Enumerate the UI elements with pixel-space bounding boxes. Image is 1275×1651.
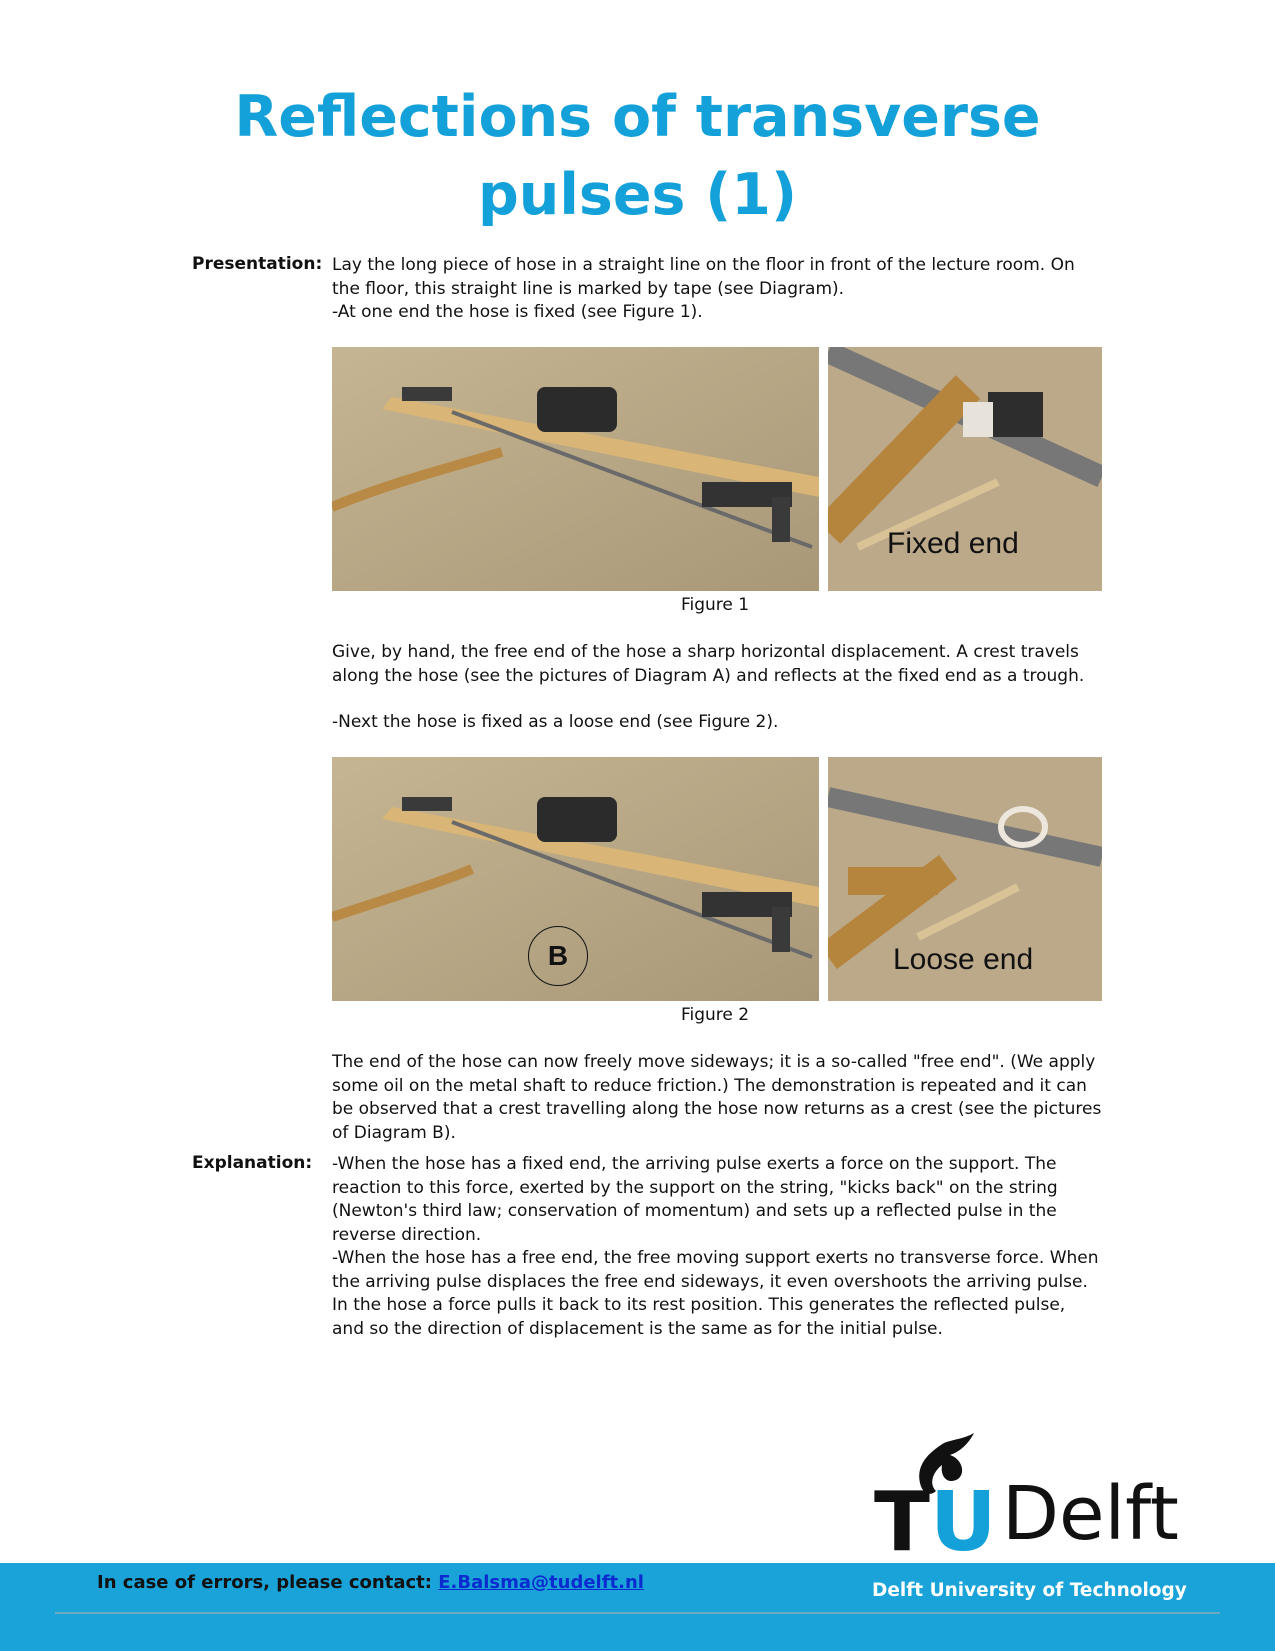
- title-line-1: Reflections of transverse: [234, 84, 1041, 150]
- explanation-label: Explanation:: [192, 1153, 313, 1173]
- presentation-intro: Lay the long piece of hose in a straight…: [332, 254, 1102, 325]
- footer-contact-label: In case of errors, please contact:: [97, 1572, 432, 1593]
- fixed-end-photo-caption: Fixed end: [887, 527, 1019, 560]
- page-title: Reflections of transverse pulses (1): [0, 78, 1275, 234]
- logo-u-glyph: U: [930, 1475, 997, 1570]
- logo-t-glyph: T: [874, 1475, 930, 1570]
- figure-1-overview-photo: [332, 347, 819, 591]
- footer-university-name: Delft University of Technology: [872, 1580, 1187, 1601]
- contact-email-link[interactable]: E.Balsma@tudelft.nl: [438, 1572, 644, 1593]
- presentation-paragraph-5: The end of the hose can now freely move …: [332, 1052, 1102, 1143]
- figure-2-marker-b: B: [528, 926, 588, 986]
- loose-end-photo-caption: Loose end: [893, 943, 1034, 976]
- explanation-paragraph-2: -When the hose has a free end, the free …: [332, 1248, 1099, 1339]
- presentation-paragraph-1: Lay the long piece of hose in a straight…: [332, 255, 1075, 299]
- explanation-body: -When the hose has a fixed end, the arri…: [332, 1153, 1102, 1341]
- logo-wordmark: Delft: [1002, 1471, 1179, 1557]
- figure-1-caption: Figure 1: [680, 595, 750, 615]
- footer-contact: In case of errors, please contact: E.Bal…: [97, 1572, 644, 1593]
- presentation-paragraph-2: -At one end the hose is fixed (see Figur…: [332, 302, 703, 322]
- presentation-paragraph-4: -Next the hose is fixed as a loose end (…: [332, 712, 779, 732]
- presentation-label: Presentation:: [192, 254, 323, 274]
- footer-divider: [55, 1612, 1220, 1614]
- presentation-paragraph-3: Give, by hand, the free end of the hose …: [332, 642, 1085, 686]
- explanation-paragraph-1: -When the hose has a fixed end, the arri…: [332, 1154, 1058, 1245]
- figure-2-caption: Figure 2: [680, 1005, 750, 1025]
- title-line-2: pulses (1): [477, 162, 798, 228]
